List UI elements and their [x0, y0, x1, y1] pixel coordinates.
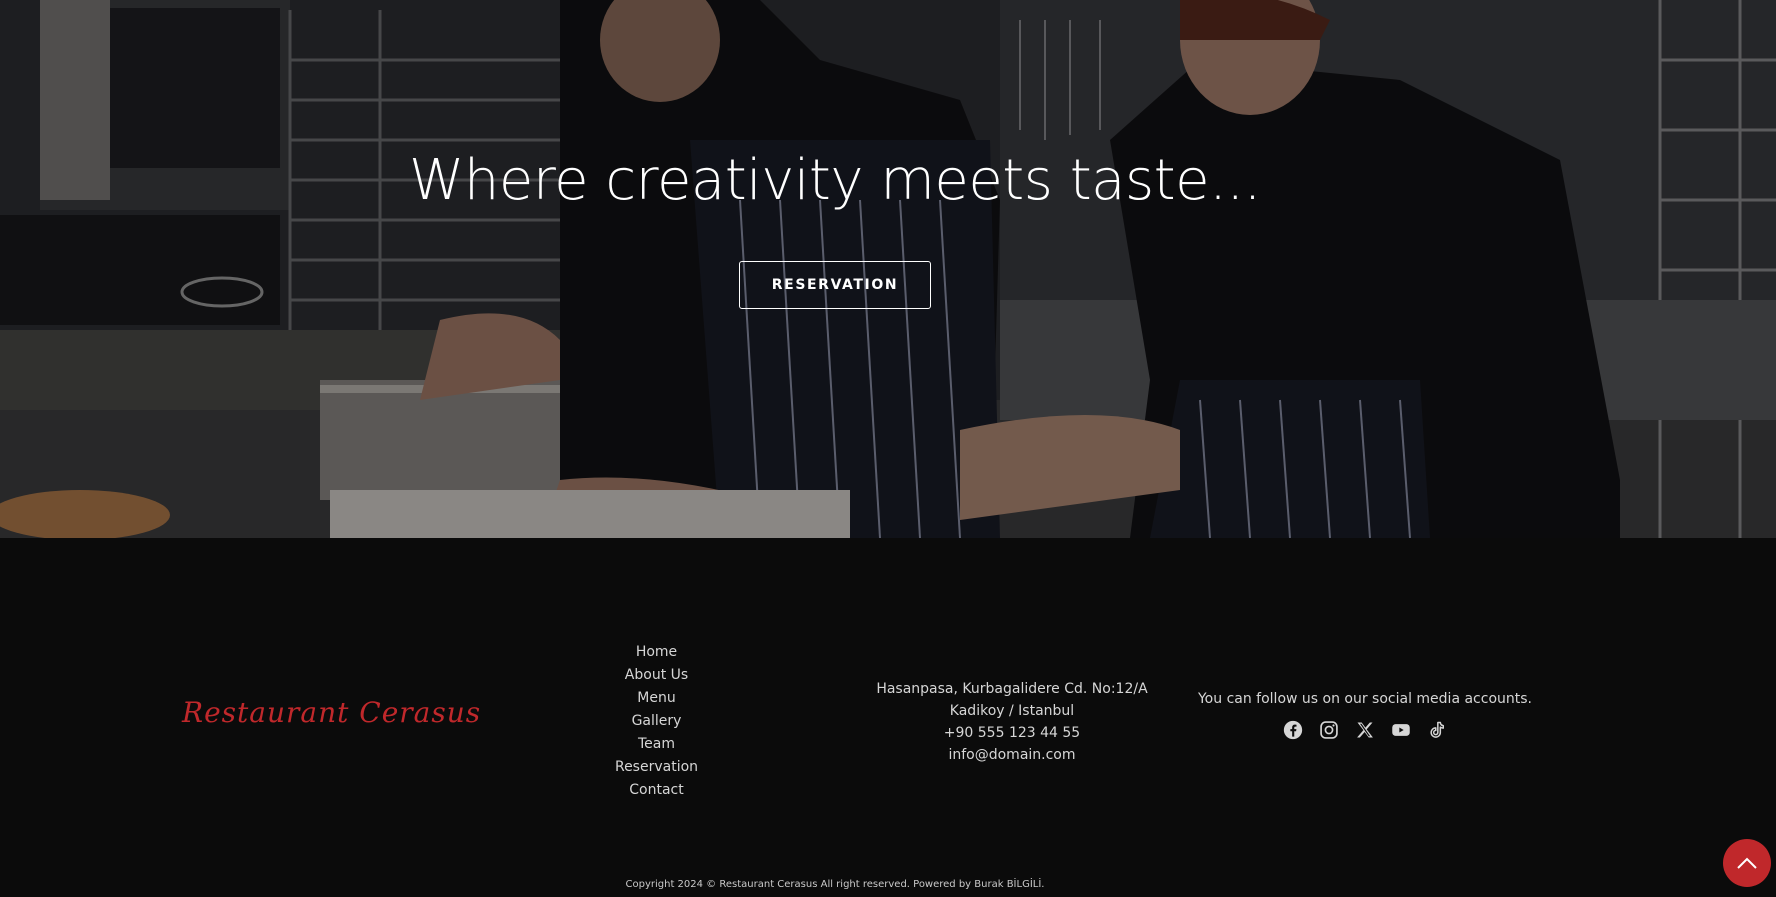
address-line-2: Kadikoy / Istanbul [949, 703, 1075, 719]
hero-title: Where creativity meets taste... [409, 148, 1261, 213]
instagram-icon[interactable] [1318, 719, 1340, 741]
address-line-1: Hasanpasa, Kurbagalidere Cd. No:12/A [876, 681, 1148, 697]
chevron-up-icon [1737, 857, 1757, 869]
nav-link-contact[interactable]: Contact [600, 779, 713, 802]
scroll-to-top-button[interactable] [1723, 839, 1771, 887]
nav-link-home[interactable]: Home [600, 641, 713, 664]
reservation-button[interactable]: RESERVATION [739, 261, 931, 309]
facebook-icon[interactable] [1282, 719, 1304, 741]
footer-nav: Home About Us Menu Gallery Team Reservat… [600, 641, 713, 802]
nav-link-team[interactable]: Team [600, 733, 713, 756]
social-section: You can follow us on our social media ac… [1195, 691, 1535, 741]
nav-link-about-us[interactable]: About Us [600, 664, 713, 687]
nav-link-gallery[interactable]: Gallery [600, 710, 713, 733]
hero-section: Where creativity meets taste... RESERVAT… [0, 0, 1776, 538]
tiktok-icon[interactable] [1426, 719, 1448, 741]
nav-link-menu[interactable]: Menu [600, 687, 713, 710]
footer: Restaurant Cerasus Home About Us Menu Ga… [0, 538, 1776, 897]
phone-number[interactable]: +90 555 123 44 55 [862, 722, 1162, 744]
social-icons [1195, 719, 1535, 741]
social-follow-text: You can follow us on our social media ac… [1197, 691, 1532, 707]
nav-link-reservation[interactable]: Reservation [600, 756, 713, 779]
x-icon[interactable] [1354, 719, 1376, 741]
contact-info: Hasanpasa, Kurbagalidere Cd. No:12/A Kad… [862, 678, 1162, 766]
youtube-icon[interactable] [1390, 719, 1412, 741]
email-address[interactable]: info@domain.com [862, 744, 1162, 766]
copyright-text: Copyright 2024 © Restaurant Cerasus All … [625, 879, 1045, 890]
brand-logo[interactable]: Restaurant Cerasus [182, 696, 482, 729]
